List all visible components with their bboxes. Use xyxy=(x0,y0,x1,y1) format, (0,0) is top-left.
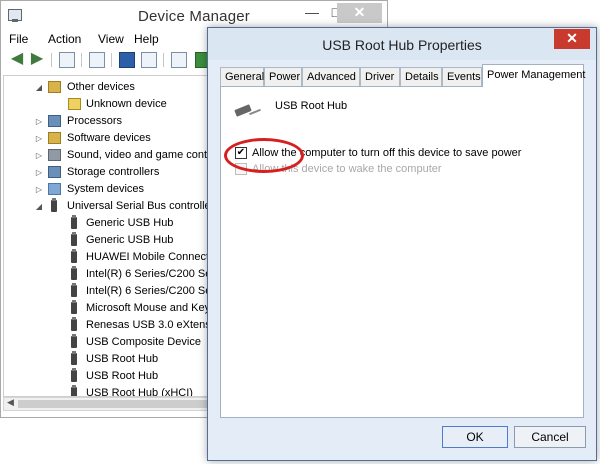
usb-icon xyxy=(71,368,77,382)
dialog-title-bar[interactable]: USB Root Hub Properties ✕ xyxy=(208,28,596,60)
tree-node-label: USB Root Hub xyxy=(86,353,159,365)
toolbar-separator xyxy=(163,53,164,67)
back-arrow-icon[interactable]: ◀ xyxy=(9,51,25,68)
tree-node-label: USB Root Hub (xHCI) xyxy=(86,387,193,397)
device-name: USB Root Hub xyxy=(275,100,348,112)
tab-driver[interactable]: Driver xyxy=(360,67,400,86)
dialog-title: USB Root Hub Properties xyxy=(322,37,482,53)
forward-arrow-icon[interactable]: ▶ xyxy=(29,51,45,68)
usb-icon xyxy=(71,266,77,280)
dialog-close-icon[interactable]: ✕ xyxy=(554,29,590,49)
chip-icon xyxy=(48,166,61,178)
properties-icon[interactable] xyxy=(89,52,105,68)
help-icon[interactable] xyxy=(119,52,135,68)
usb-icon xyxy=(71,334,77,348)
collapsed-chevron-icon[interactable]: ▷ xyxy=(34,130,44,147)
tree-node-label: Renesas USB 3.0 eXtensibl xyxy=(86,319,222,331)
speaker-icon xyxy=(48,149,61,161)
tab-power[interactable]: Power xyxy=(264,67,302,86)
tab-power-management[interactable]: Power Management xyxy=(482,64,585,87)
usb-icon xyxy=(51,198,57,212)
close-icon[interactable]: ✕ xyxy=(337,3,382,23)
tree-node-label: USB Root Hub xyxy=(86,370,159,382)
folder-icon xyxy=(48,81,61,93)
menu-action[interactable]: Action xyxy=(48,32,81,46)
tree-node-label: Storage controllers xyxy=(67,166,160,178)
tab-advanced[interactable]: Advanced xyxy=(302,67,360,86)
properties-dialog: USB Root Hub Properties ✕ General Power … xyxy=(207,27,597,461)
menu-view[interactable]: View xyxy=(98,32,124,46)
collapsed-chevron-icon[interactable]: ▷ xyxy=(34,181,44,198)
toolbar-separator xyxy=(51,53,52,67)
expanded-chevron-icon[interactable]: ◢ xyxy=(34,198,44,215)
usb-icon xyxy=(71,215,77,229)
folder-icon xyxy=(48,132,61,144)
tree-node-label: Unknown device xyxy=(86,98,167,110)
tree-node-label: System devices xyxy=(67,183,145,195)
tree-node-label: Sound, video and game contro xyxy=(67,149,217,161)
tree-node-label: Universal Serial Bus controller xyxy=(67,200,215,212)
tree-node-label: Microsoft Mouse and Key xyxy=(86,302,211,314)
expanded-chevron-icon[interactable]: ◢ xyxy=(34,79,44,96)
usb-plug-icon xyxy=(234,103,261,117)
menu-file[interactable]: File xyxy=(9,32,28,46)
toolbar-separator xyxy=(81,53,82,67)
collapsed-chevron-icon[interactable]: ▷ xyxy=(34,164,44,181)
tab-details[interactable]: Details xyxy=(400,67,442,86)
usb-icon xyxy=(71,351,77,365)
tab-events[interactable]: Events xyxy=(442,67,482,86)
usb-icon xyxy=(71,232,77,246)
tab-general[interactable]: General xyxy=(220,67,264,86)
collapsed-chevron-icon[interactable]: ▷ xyxy=(34,147,44,164)
usb-icon xyxy=(71,300,77,314)
chip-icon xyxy=(48,115,61,127)
usb-icon xyxy=(71,317,77,331)
tree-node-label: HUAWEI Mobile Connect xyxy=(86,251,210,263)
update-driver-icon[interactable] xyxy=(141,52,157,68)
tree-node-label: Other devices xyxy=(67,81,135,93)
scrollbar-thumb[interactable] xyxy=(18,400,214,408)
tree-node-label: Intel(R) 6 Series/C200 Serie xyxy=(86,268,224,280)
tree-node-label: USB Composite Device xyxy=(86,336,201,348)
collapsed-chevron-icon[interactable]: ▷ xyxy=(34,113,44,130)
power-management-panel: USB Root Hub ✔ Allow the computer to tur… xyxy=(220,86,584,418)
red-highlight-circle xyxy=(224,138,304,173)
show-hide-console-tree-icon[interactable] xyxy=(59,52,75,68)
usb-icon xyxy=(71,385,77,396)
usb-icon xyxy=(71,249,77,263)
tree-node-label: Processors xyxy=(67,115,123,127)
warning-device-icon xyxy=(68,98,81,110)
menu-help[interactable]: Help xyxy=(134,32,159,46)
usb-icon xyxy=(71,283,77,297)
scroll-left-icon[interactable]: ◀ xyxy=(7,397,14,408)
tree-node-label: Intel(R) 6 Series/C200 Serie xyxy=(86,285,224,297)
scan-hardware-icon[interactable] xyxy=(171,52,187,68)
ok-button[interactable]: OK xyxy=(442,426,508,448)
tree-node-label: Generic USB Hub xyxy=(86,234,174,246)
tree-node-label: Software devices xyxy=(67,132,151,144)
monitor-icon xyxy=(48,183,61,195)
cancel-button[interactable]: Cancel xyxy=(514,426,586,448)
tree-node-label: Generic USB Hub xyxy=(86,217,174,229)
toolbar-separator xyxy=(111,53,112,67)
